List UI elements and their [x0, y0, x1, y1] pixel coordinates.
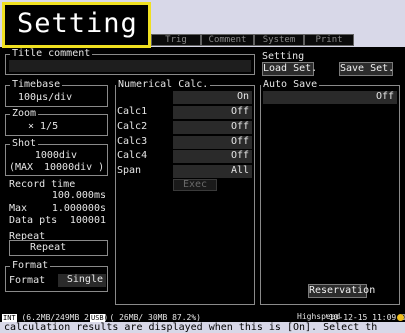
auto-save-group: Auto Save Off — [260, 80, 400, 305]
shot-group: Shot 1000div (MAX 10000div ) — [5, 139, 108, 176]
load-settings-button[interactable]: Load Set. — [262, 62, 317, 76]
tab-comment[interactable]: Comment — [201, 34, 254, 46]
record-time-group: Record time 100.000ms Max 1.000000s Data… — [9, 179, 109, 227]
exec-button[interactable]: Exec — [173, 179, 217, 191]
format-label: Format — [10, 260, 51, 271]
usb-memory-text: ( 26MB/ 30MB 87.2%) — [109, 313, 201, 322]
zoom-field[interactable]: × 1/5 — [8, 121, 64, 134]
tab-system[interactable]: System — [254, 34, 304, 46]
internal-memory-icon: INT — [2, 314, 17, 322]
timebase-group: Timebase 100µs/div — [5, 80, 108, 107]
timebase-label: Timebase — [10, 79, 63, 90]
numerical-calc-label: Numerical Calc. — [116, 79, 211, 90]
numerical-calc-master[interactable]: On — [173, 91, 252, 104]
help-text: calculation results are displayed when t… — [4, 322, 378, 333]
format-field[interactable]: Single — [58, 274, 106, 287]
shot-max-label: (MAX — [9, 162, 34, 173]
setting-box-label: Setting — [262, 51, 305, 62]
save-settings-button[interactable]: Save Set. — [339, 62, 394, 76]
title-comment-field[interactable] — [9, 60, 251, 72]
page-title: Setting — [17, 8, 138, 39]
title-comment-group: Title comment — [5, 49, 255, 75]
calc3-field[interactable]: Off — [173, 136, 252, 149]
record-max-value: 1.000000s — [51, 203, 106, 214]
auto-save-field[interactable]: Off — [263, 91, 397, 104]
calc1-label: Calc1 — [117, 106, 148, 117]
format-group: Format Format Single — [5, 261, 108, 292]
numerical-calc-group: Numerical Calc. On Calc1 Off Calc2 Off C… — [115, 80, 255, 305]
auto-save-label: Auto Save — [261, 79, 320, 90]
repeat-field[interactable]: Repeat — [9, 240, 108, 256]
calc2-label: Calc2 — [117, 121, 148, 132]
span-label: Span — [117, 165, 142, 176]
data-points-value: 100001 — [69, 215, 106, 226]
usb-icon: USB — [90, 314, 105, 322]
calc1-field[interactable]: Off — [173, 106, 252, 119]
zoom-label: Zoom — [10, 108, 39, 119]
title-comment-label: Title comment — [10, 48, 93, 59]
record-max-label: Max — [9, 203, 28, 214]
record-time-value: 100.000ms — [51, 190, 106, 201]
format-field-label: Format — [9, 275, 46, 286]
tab-trig[interactable]: Trig — [151, 34, 201, 46]
repeat-value: Repeat — [30, 242, 67, 253]
zoom-group: Zoom × 1/5 — [5, 109, 108, 136]
shot-max-value: 10000div ) — [44, 162, 105, 173]
tab-setting[interactable]: Setting — [2, 2, 151, 48]
calc2-field[interactable]: Off — [173, 121, 252, 134]
calc3-label: Calc3 — [117, 136, 148, 147]
calc4-label: Calc4 — [117, 150, 148, 161]
shot-label: Shot — [10, 138, 39, 149]
calc4-field[interactable]: Off — [173, 150, 252, 163]
reservation-button[interactable]: Reservation — [308, 284, 375, 298]
data-points-label: Data pts — [9, 215, 58, 226]
status-indicator-icon — [397, 314, 404, 321]
timebase-field[interactable]: 100µs/div — [8, 92, 84, 105]
help-bar: calculation results are displayed when t… — [0, 322, 405, 333]
span-field[interactable]: All — [173, 165, 252, 178]
tab-print[interactable]: Print — [304, 34, 354, 46]
